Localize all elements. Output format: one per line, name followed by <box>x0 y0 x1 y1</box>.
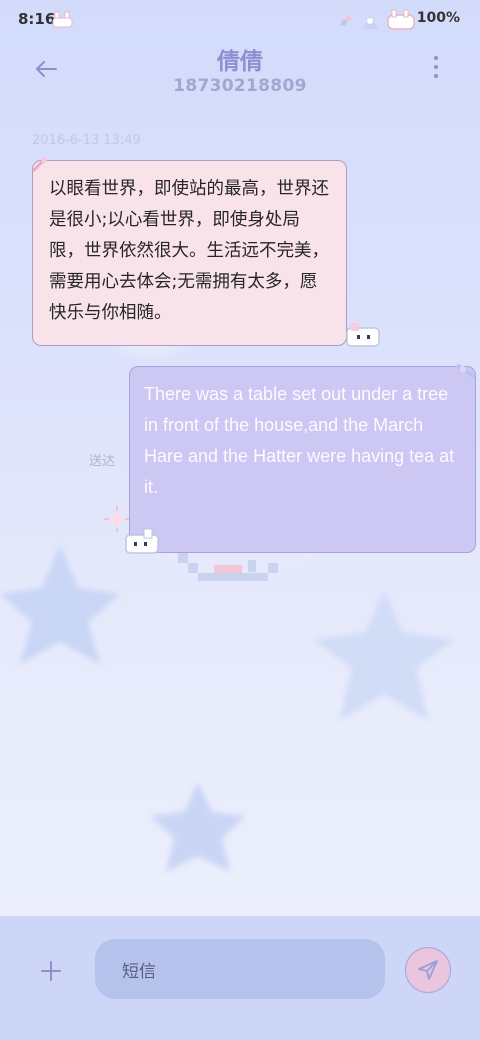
pixel-bunny-icon <box>346 323 380 347</box>
message-input[interactable]: 短信 <box>95 939 385 999</box>
incoming-message-bubble[interactable]: 以眼看世界，即使站的最高，世界还是很小;以心看世界，即使身处局限，世界依然很大。… <box>32 160 347 346</box>
bubble-corner-decoration-icon <box>31 157 47 173</box>
contact-name: 倩倩 <box>217 49 263 75</box>
status-icons <box>338 9 415 30</box>
attach-button[interactable] <box>38 958 64 984</box>
star-decoration <box>0 545 120 664</box>
bubble-corner-decoration-icon <box>455 363 477 379</box>
message-timestamp: 2016-6-13 13:49 <box>32 133 141 148</box>
delivery-status: 送达 <box>89 454 116 469</box>
message-input-placeholder: 短信 <box>122 961 156 982</box>
more-options-button[interactable] <box>424 56 448 82</box>
send-button[interactable] <box>405 947 451 993</box>
pixel-bunny-icon <box>125 528 159 554</box>
more-vertical-icon <box>434 56 438 78</box>
signal-icon <box>338 15 352 27</box>
wifi-icon <box>362 15 378 29</box>
battery-icon <box>387 9 415 30</box>
plus-icon <box>41 961 61 981</box>
status-time: 8:16 <box>18 10 56 28</box>
battery-level: 100% <box>416 10 460 26</box>
contact-phone: 18730218809 <box>173 76 307 96</box>
outgoing-message-bubble[interactable]: There was a table set out under a tree i… <box>129 366 476 553</box>
star-decoration <box>150 782 246 872</box>
star-decoration <box>314 590 454 720</box>
incoming-message-text: 以眼看世界，即使站的最高，世界还是很小;以心看世界，即使身处局限，世界依然很大。… <box>49 179 329 323</box>
send-icon <box>418 960 438 980</box>
outgoing-message-text: There was a table set out under a tree i… <box>144 384 455 497</box>
bunny-icon <box>52 11 73 28</box>
